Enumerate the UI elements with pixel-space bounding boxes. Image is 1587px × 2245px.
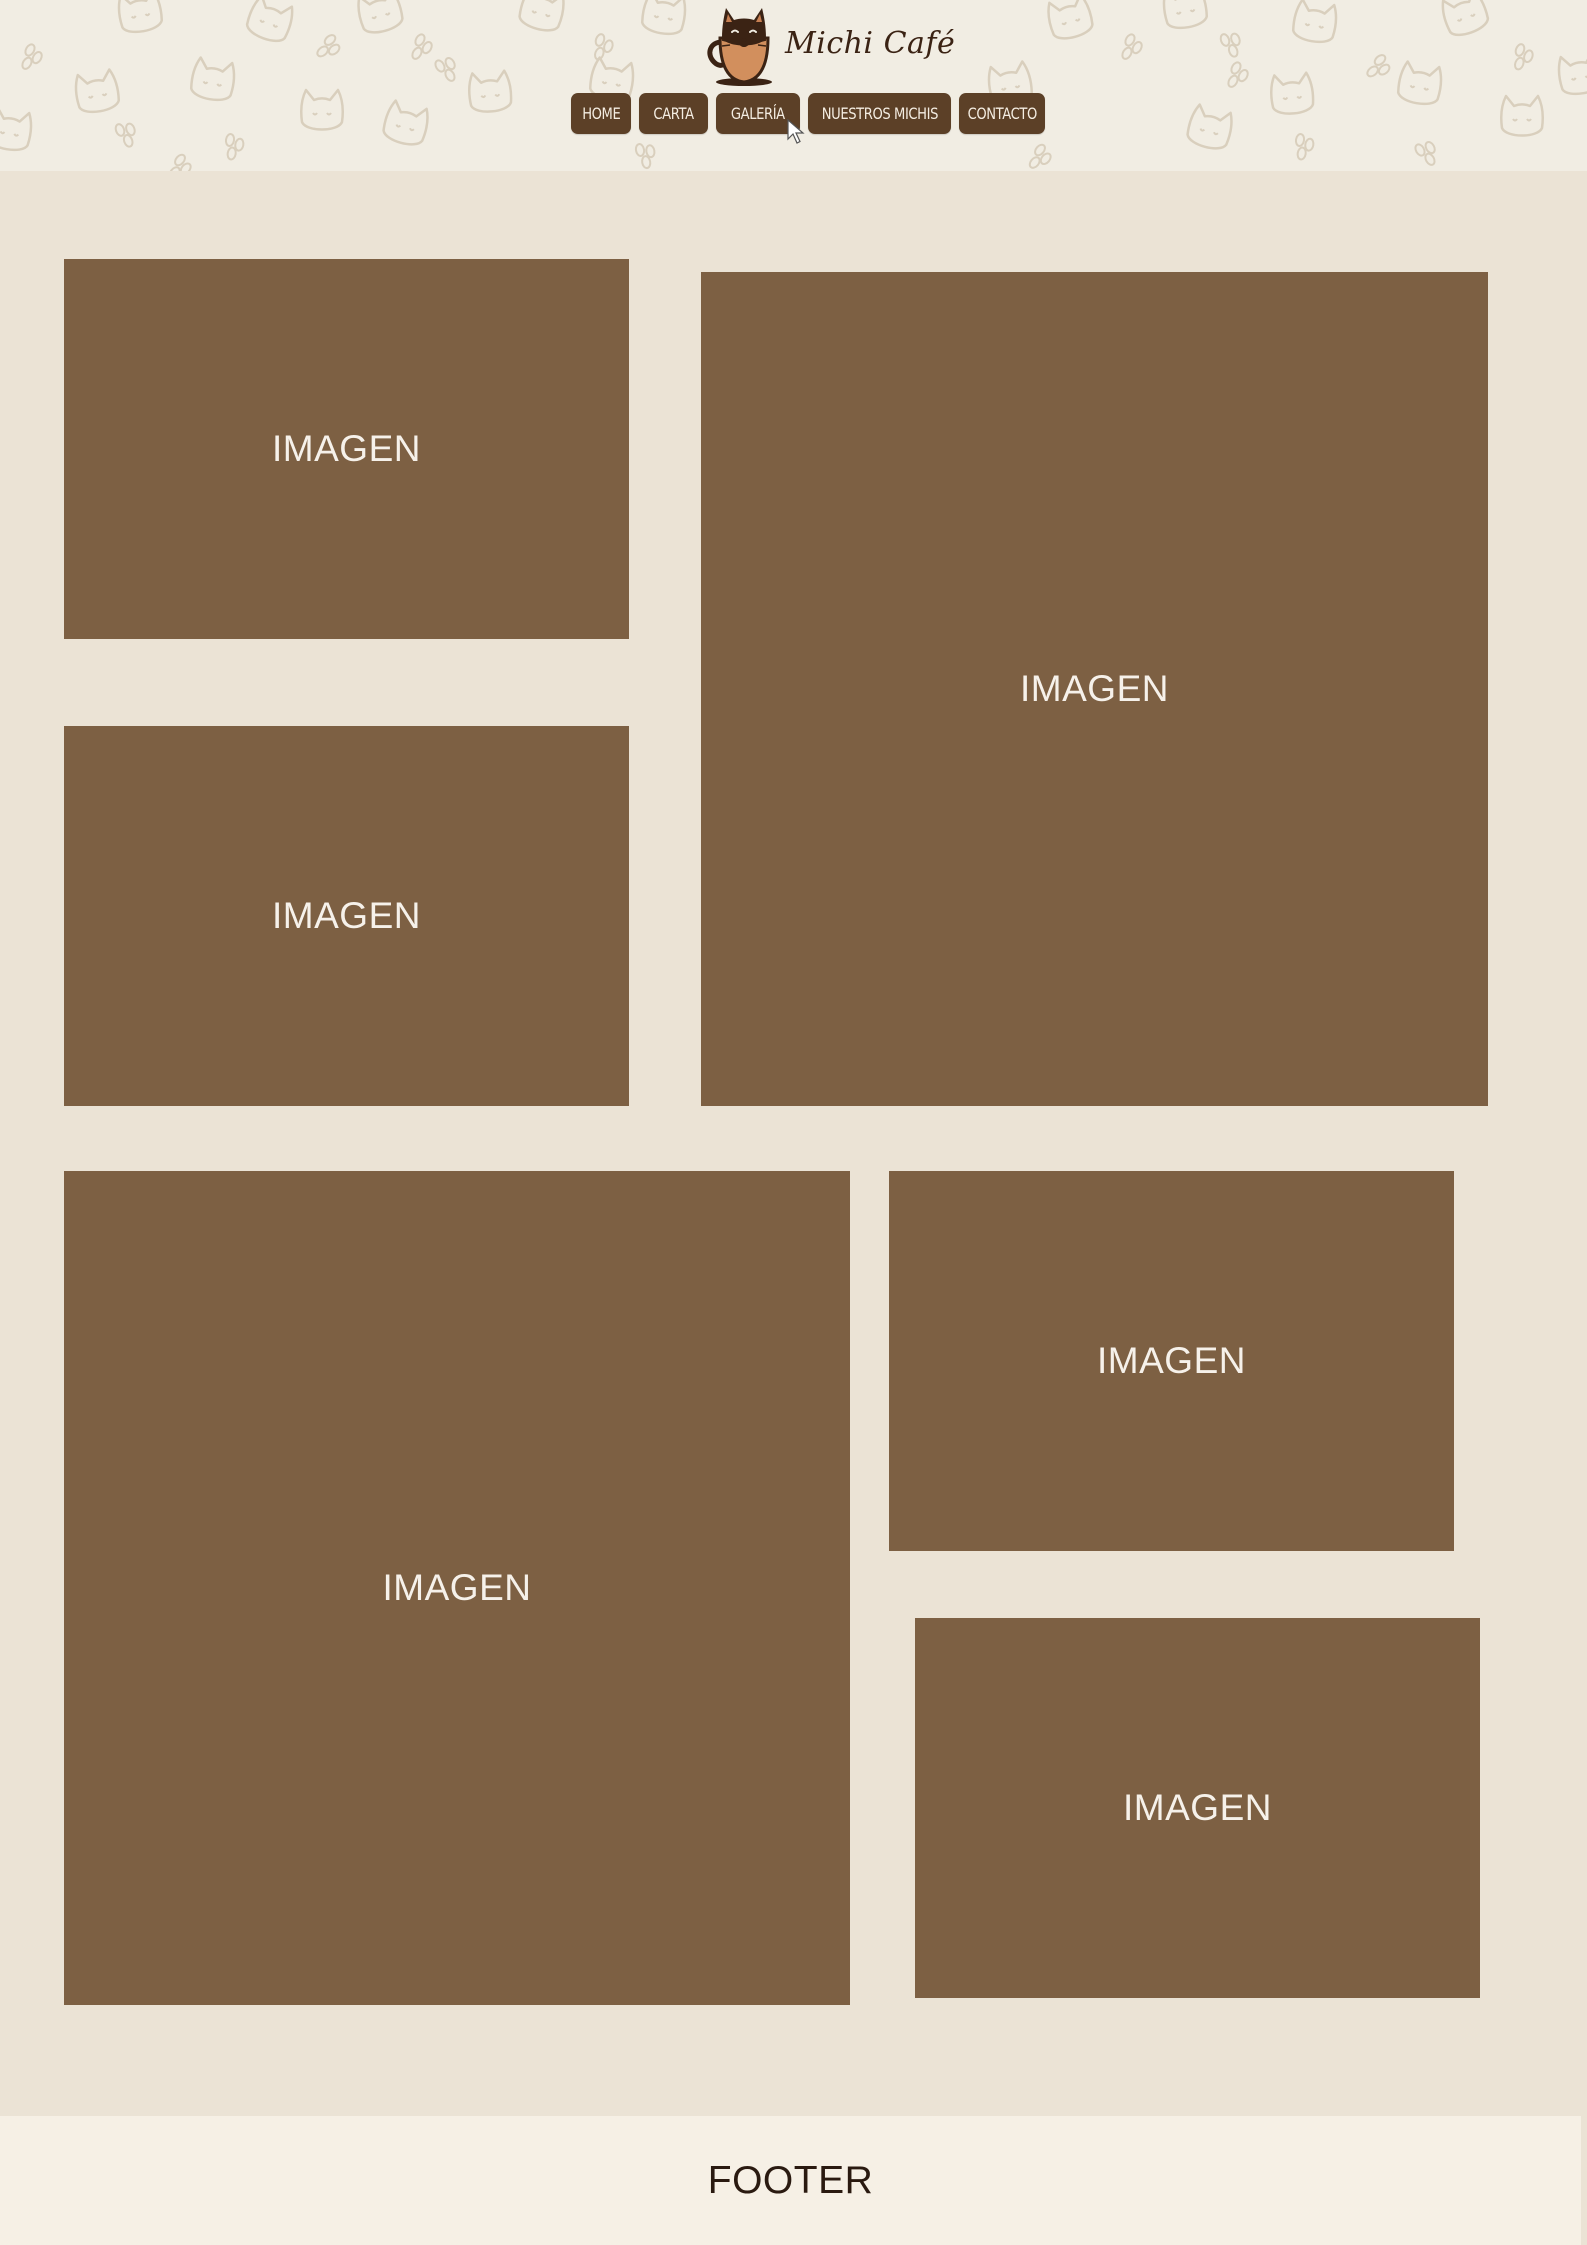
gallery-image-6[interactable]: IMAGEN	[915, 1618, 1480, 1998]
nav-galeria-label: GALERÍA	[731, 104, 785, 123]
gallery-image-1-label: IMAGEN	[272, 428, 421, 469]
nav-contacto-button[interactable]: CONTACTO	[959, 93, 1045, 134]
nav-nuestros-michis-button[interactable]: NUESTROS MICHIS	[808, 93, 951, 134]
nav-home-label: HOME	[581, 104, 621, 123]
mouse-cursor-icon	[787, 119, 805, 144]
cat-in-cup-icon	[707, 8, 772, 86]
gallery-image-5[interactable]: IMAGEN	[889, 1171, 1454, 1551]
nav-contacto-label: CONTACTO	[967, 104, 1037, 123]
gallery-image-2[interactable]: IMAGEN	[701, 272, 1488, 1106]
nav-carta-label: CARTA	[653, 104, 694, 123]
gallery-image-5-label: IMAGEN	[1097, 1340, 1246, 1381]
gallery-image-4-label: IMAGEN	[382, 1567, 532, 1608]
nav-nuestros-michis-label: NUESTROS MICHIS	[821, 104, 938, 123]
gallery-image-2-label: IMAGEN	[1020, 668, 1169, 709]
gallery-image-1[interactable]: IMAGEN	[64, 259, 629, 639]
nav-carta-button[interactable]: CARTA	[639, 93, 708, 134]
gallery-image-6-label: IMAGEN	[1123, 1787, 1272, 1828]
page: Michi Café HOME CARTA GALERÍA NUESTROS M…	[0, 0, 1587, 2245]
gallery-image-4[interactable]: IMAGEN	[64, 1171, 850, 2005]
page-edge	[1581, 2116, 1587, 2245]
site-header: Michi Café HOME CARTA GALERÍA NUESTROS M…	[0, 0, 1587, 171]
gallery-image-3-label: IMAGEN	[272, 895, 421, 936]
gallery-image-3[interactable]: IMAGEN	[64, 726, 629, 1106]
footer-text: FOOTER	[707, 2158, 874, 2202]
site-footer: FOOTER	[0, 2116, 1581, 2245]
nav-home-button[interactable]: HOME	[571, 93, 631, 134]
logo-text: Michi Café	[785, 26, 956, 61]
site-logo[interactable]: Michi Café	[700, 2, 955, 88]
